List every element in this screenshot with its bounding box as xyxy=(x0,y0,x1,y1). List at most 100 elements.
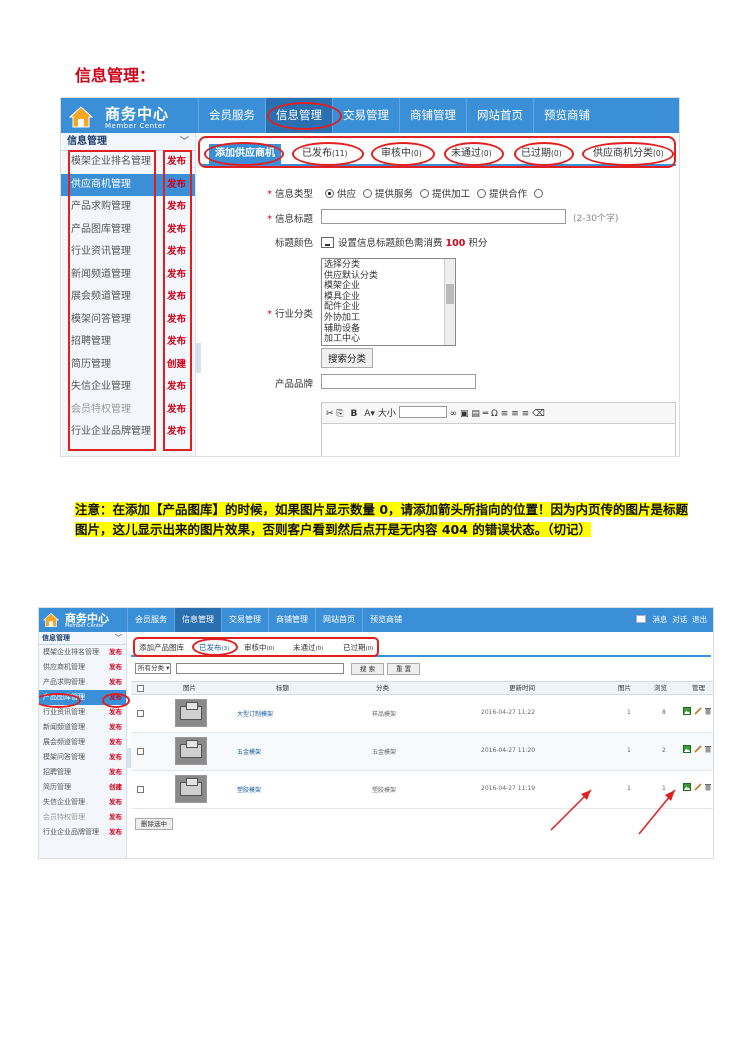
product-thumbnail[interactable] xyxy=(175,699,207,727)
sidebar-item[interactable]: 简历管理 创建 xyxy=(39,780,126,795)
nav-member-service[interactable]: 会员服务 xyxy=(127,608,174,632)
search-button[interactable]: 搜 索 xyxy=(351,663,385,675)
title-input[interactable] xyxy=(321,209,566,224)
row-title[interactable]: 大型订制模架 xyxy=(237,709,273,718)
sidebar-item[interactable]: 失信企业管理 发布 xyxy=(39,795,126,810)
nav-preview-shop[interactable]: 预览商铺 xyxy=(533,98,600,133)
category-option[interactable]: 选择分类 xyxy=(324,260,453,271)
align-center-icon[interactable]: ≡ xyxy=(511,409,519,419)
edit-pencil-icon[interactable] xyxy=(694,707,702,715)
image-manage-icon[interactable] xyxy=(683,745,691,753)
sidebar-item[interactable]: 模架问答管理 发布 xyxy=(39,750,126,765)
trash-icon[interactable] xyxy=(704,745,712,753)
radio-supply[interactable] xyxy=(325,189,334,198)
row-checkbox[interactable] xyxy=(137,786,144,793)
category-option[interactable]: 加工中心 xyxy=(324,334,453,345)
search-category-button[interactable]: 搜索分类 xyxy=(321,348,374,368)
chat-link[interactable]: 对话 xyxy=(672,615,687,624)
search-input[interactable] xyxy=(176,663,344,674)
category-option[interactable]: 模架企业 xyxy=(324,281,453,292)
sidebar-item[interactable]: 新闻频道管理 发布 xyxy=(39,720,126,735)
reset-button[interactable]: 重 置 xyxy=(387,663,421,675)
nav-info-manage[interactable]: 信息管理 xyxy=(174,608,221,632)
nav-trade-manage[interactable]: 交易管理 xyxy=(221,608,268,632)
sidebar-item-action[interactable]: 发布 xyxy=(109,645,122,660)
nav-preview-shop[interactable]: 预览商铺 xyxy=(362,608,409,632)
trash-icon[interactable] xyxy=(704,707,712,715)
category-option[interactable]: 配件企业 xyxy=(324,302,453,313)
category-option[interactable]: 外协加工 xyxy=(324,313,453,324)
row-title[interactable]: 塑胶模架 xyxy=(237,785,261,794)
cut-icon[interactable]: ✂ xyxy=(326,409,334,419)
sidebar-item-action[interactable]: 创建 xyxy=(109,780,122,795)
sidebar-item-action[interactable]: 发布 xyxy=(109,795,122,810)
sidebar-title[interactable]: 信息管理 ﹀ xyxy=(61,133,195,151)
special-char-icon[interactable]: Ω xyxy=(491,409,498,419)
sidebar-item[interactable]: 供应商机管理 发布 xyxy=(39,660,126,675)
sidebar-item-action[interactable]: 发布 xyxy=(109,825,122,840)
align-left-icon[interactable]: ≡ xyxy=(501,409,509,419)
logo[interactable]: 商务中心 Member Center xyxy=(43,610,133,630)
sidebar-item[interactable]: 行业企业品牌管理 发布 xyxy=(39,825,126,840)
annotation-oval-published xyxy=(192,638,238,656)
product-thumbnail[interactable] xyxy=(175,775,207,803)
row-checkbox[interactable] xyxy=(137,748,144,755)
radio-extra[interactable] xyxy=(534,189,544,198)
category-option[interactable]: 模具企业 xyxy=(324,292,453,303)
image-icon[interactable]: ▣ xyxy=(460,409,469,419)
select-all-checkbox[interactable] xyxy=(137,685,144,692)
edit-pencil-icon[interactable] xyxy=(694,783,702,791)
sidebar-item-action[interactable]: 发布 xyxy=(109,660,122,675)
bold-button[interactable]: B xyxy=(351,409,358,419)
row-checkbox[interactable] xyxy=(137,710,144,717)
radio-processing[interactable] xyxy=(420,189,430,198)
table-icon[interactable]: ▤ xyxy=(471,409,480,419)
trash-icon[interactable] xyxy=(704,783,712,791)
messages-link[interactable]: 消息 xyxy=(652,615,667,624)
product-thumbnail[interactable] xyxy=(175,737,207,765)
sidebar-item[interactable]: 展会频道管理 发布 xyxy=(39,735,126,750)
listbox-scrollbar[interactable] xyxy=(444,259,455,345)
nav-trade-manage[interactable]: 交易管理 xyxy=(332,98,399,133)
radio-service[interactable] xyxy=(363,189,373,198)
nav-shop-manage[interactable]: 商铺管理 xyxy=(399,98,466,133)
row-category: 五金模架 xyxy=(372,749,397,756)
editor-area[interactable] xyxy=(321,424,676,456)
category-filter-select[interactable]: 所有分类 ▾ xyxy=(135,663,171,674)
category-option[interactable]: 供应默认分类 xyxy=(324,271,453,282)
color-picker[interactable] xyxy=(321,237,334,248)
sidebar-item-action[interactable]: 发布 xyxy=(109,750,122,765)
logo[interactable]: 商务中心 Member Center xyxy=(69,102,199,130)
sidebar-item-action[interactable]: 发布 xyxy=(109,810,122,825)
font-color-icon[interactable]: A▾ xyxy=(364,409,375,419)
copy-icon[interactable]: ⎘ xyxy=(336,409,343,419)
image-manage-icon[interactable] xyxy=(683,707,691,715)
logout-link[interactable]: 退出 xyxy=(692,615,707,624)
radio-cooperation[interactable] xyxy=(477,189,487,198)
sidebar-item[interactable]: 会员特权管理 发布 xyxy=(39,810,126,825)
sidebar-title[interactable]: 信息管理 ﹀ xyxy=(39,632,126,645)
sidebar-item-action[interactable]: 发布 xyxy=(109,735,122,750)
nav-shop-manage[interactable]: 商铺管理 xyxy=(268,608,315,632)
category-listbox[interactable]: 选择分类 供应默认分类 模架企业 模具企业 配件企业 外协加工 辅助设备 加工中心 xyxy=(321,258,456,346)
align-right-icon[interactable]: ≡ xyxy=(522,409,530,419)
message-icon[interactable] xyxy=(636,615,647,623)
sidebar-item[interactable]: 招聘管理 发布 xyxy=(39,765,126,780)
sidebar-item[interactable]: 模架企业排名管理 发布 xyxy=(39,645,126,660)
sidebar-item-action[interactable]: 发布 xyxy=(109,675,122,690)
sidebar-item-action[interactable]: 发布 xyxy=(109,720,122,735)
row-title[interactable]: 五金模架 xyxy=(237,747,261,756)
font-size-select[interactable] xyxy=(398,406,447,418)
sidebar-item-action[interactable]: 发布 xyxy=(109,765,122,780)
delete-selected-button[interactable]: 删除选中 xyxy=(135,818,173,830)
category-option[interactable]: 辅助设备 xyxy=(324,324,453,335)
link-icon[interactable]: ∞ xyxy=(450,409,458,419)
edit-pencil-icon[interactable] xyxy=(694,745,702,753)
hr-icon[interactable]: ═ xyxy=(483,409,488,419)
nav-site-home[interactable]: 网站首页 xyxy=(466,98,533,133)
sidebar-item[interactable]: 产品求购管理 发布 xyxy=(39,675,126,690)
nav-member-service[interactable]: 会员服务 xyxy=(198,98,265,133)
brand-input[interactable] xyxy=(321,374,476,389)
nav-site-home[interactable]: 网站首页 xyxy=(315,608,362,632)
eraser-icon[interactable]: ⌫ xyxy=(532,409,545,419)
